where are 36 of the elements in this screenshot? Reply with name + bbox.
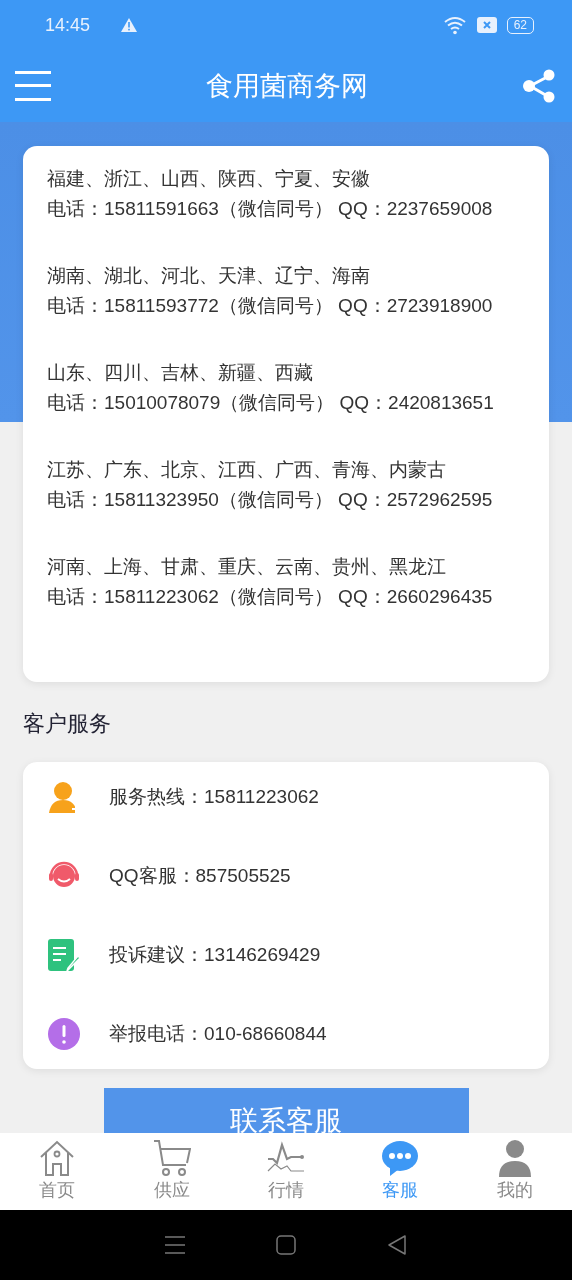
tab[interactable]: 客服 <box>343 1133 458 1210</box>
service-contact: 举报电话：010-68660844 <box>109 1022 327 1046</box>
region-contact: 电话：15811591663（微信同号） QQ：2237659008 <box>47 197 494 221</box>
tab[interactable]: 供应 <box>114 1133 229 1210</box>
alert-icon <box>47 1017 81 1051</box>
share-icon[interactable] <box>522 69 556 103</box>
region-contact: 电话：15811593772（微信同号） QQ：2723918900 <box>47 294 494 318</box>
home-icon[interactable] <box>275 1234 297 1256</box>
contact-service-button[interactable]: 联系客服 <box>103 1088 469 1133</box>
region-provinces: 河南、上海、甘肃、重庆、云南、贵州、黑龙江 <box>47 555 447 579</box>
menu-icon[interactable] <box>15 71 51 101</box>
region-provinces: 福建、浙江、山西、陕西、宁夏、安徽 <box>47 167 371 191</box>
back-icon[interactable] <box>385 1234 408 1256</box>
sim-icon <box>476 17 497 33</box>
warning-icon <box>120 17 139 33</box>
tab[interactable]: 我的 <box>457 1133 572 1210</box>
status-time: 14:45 <box>45 14 91 36</box>
service-contact: QQ客服：857505525 <box>109 864 291 888</box>
service-contact: 服务热线：15811223062 <box>109 785 319 809</box>
service-contact: 投诉建议：13146269429 <box>109 943 321 967</box>
region-provinces: 湖南、湖北、河北、天津、辽宁、海南 <box>47 264 371 288</box>
app-title: 食用菌商务网 <box>205 70 368 103</box>
battery-level: 62 <box>506 16 534 34</box>
chat-bubble-icon <box>381 1139 420 1177</box>
note-edit-icon <box>47 938 81 972</box>
cart-icon <box>152 1139 191 1177</box>
tab[interactable]: 行情 <box>228 1133 344 1210</box>
tab[interactable]: 首页 <box>0 1133 115 1210</box>
region-contact: 电话：15010078079（微信同号） QQ：2420813651 <box>47 391 495 415</box>
section-title: 客户服务 <box>23 710 112 738</box>
wifi-icon <box>442 15 467 35</box>
region-provinces: 山东、四川、吉林、新疆、西藏 <box>47 361 314 385</box>
region-provinces: 江苏、广东、北京、江西、广西、青海、内蒙古 <box>47 458 447 482</box>
region-contact: 电话：15811323950（微信同号） QQ：2572962595 <box>47 488 494 512</box>
menu-icon[interactable] <box>164 1235 187 1255</box>
region-contact: 电话：15811223062（微信同号） QQ：2660296435 <box>47 585 494 609</box>
